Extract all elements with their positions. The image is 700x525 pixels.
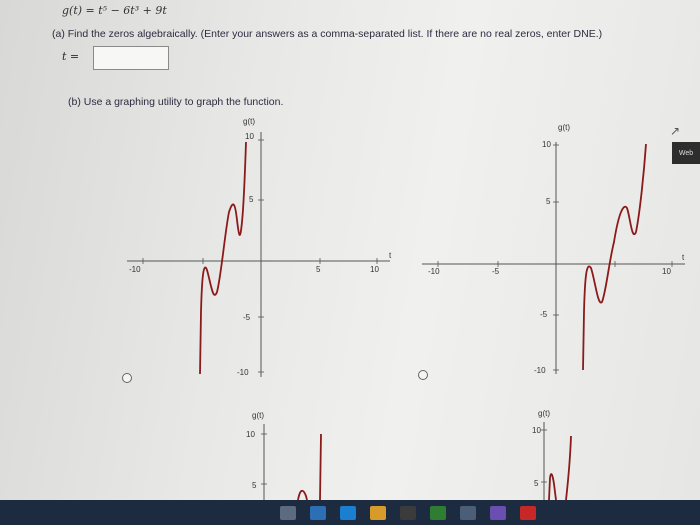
- taskbar: [0, 500, 700, 525]
- tick-label: -5: [492, 267, 500, 276]
- y-axis-label: g(t): [243, 117, 255, 126]
- search-icon[interactable]: [280, 505, 296, 520]
- web-tab[interactable]: Web: [672, 142, 700, 164]
- zeros-answer-input[interactable]: [93, 46, 169, 70]
- graph-option-3: g(t) 10 5: [246, 411, 322, 500]
- x-axis-label: t: [389, 251, 392, 260]
- curve: [582, 143, 647, 371]
- t-label: t =: [62, 50, 80, 63]
- tick-label: 10: [662, 267, 671, 276]
- tick-label: 5: [534, 479, 539, 488]
- question-a: (a) Find the zeros algebraically. (Enter…: [52, 28, 603, 40]
- y-axis-label: g(t): [252, 411, 264, 420]
- tick-label: 5: [249, 195, 254, 204]
- x-axis-label: t: [682, 253, 685, 262]
- folder-icon[interactable]: [370, 505, 386, 520]
- tick-label: 10: [245, 132, 254, 141]
- chrome-icon[interactable]: [520, 505, 536, 520]
- edge-icon[interactable]: [340, 505, 356, 520]
- tick-label: 10: [542, 140, 551, 149]
- tick-label: 5: [546, 197, 551, 206]
- mouse-cursor-icon: ↗: [670, 124, 681, 138]
- curve: [297, 433, 322, 500]
- tick-label: 5: [252, 481, 257, 490]
- graph-option-4: g(t) 10 5: [532, 409, 572, 500]
- graph-option-1-radio[interactable]: [122, 373, 132, 383]
- tick-label: 10: [532, 426, 541, 435]
- tick-label: -5: [540, 310, 548, 319]
- browser-icon[interactable]: [310, 505, 326, 520]
- tick-label: -10: [237, 368, 249, 377]
- graph-option-2: g(t) t -10 -5 10 10 5 -5 -10: [422, 123, 685, 375]
- tick-label: -5: [243, 313, 251, 322]
- tick-label: 10: [246, 430, 255, 439]
- tick-label: -10: [534, 366, 546, 375]
- y-axis-label: g(t): [558, 123, 570, 132]
- curve: [199, 141, 247, 375]
- tick-label: -10: [428, 267, 440, 276]
- tick-label: 10: [370, 265, 379, 274]
- app-icon[interactable]: [430, 505, 446, 520]
- question-b: (b) Use a graphing utility to graph the …: [68, 96, 284, 108]
- store-icon[interactable]: [400, 505, 416, 520]
- photos-icon[interactable]: [490, 505, 506, 520]
- graph-option-1: g(t) t -10 5 10 10 5 -5 -10: [127, 117, 392, 377]
- function-definition: g(t) = t⁵ − 6t³ + 9t: [62, 4, 167, 17]
- y-axis-label: g(t): [538, 409, 550, 418]
- tick-label: -10: [129, 265, 141, 274]
- graph-option-2-radio[interactable]: [418, 370, 428, 380]
- worksheet-page: g(t) = t⁵ − 6t³ + 9t (a) Find the zeros …: [0, 0, 700, 500]
- curve: [548, 435, 572, 500]
- mail-icon[interactable]: [460, 505, 476, 520]
- tick-label: 5: [316, 265, 321, 274]
